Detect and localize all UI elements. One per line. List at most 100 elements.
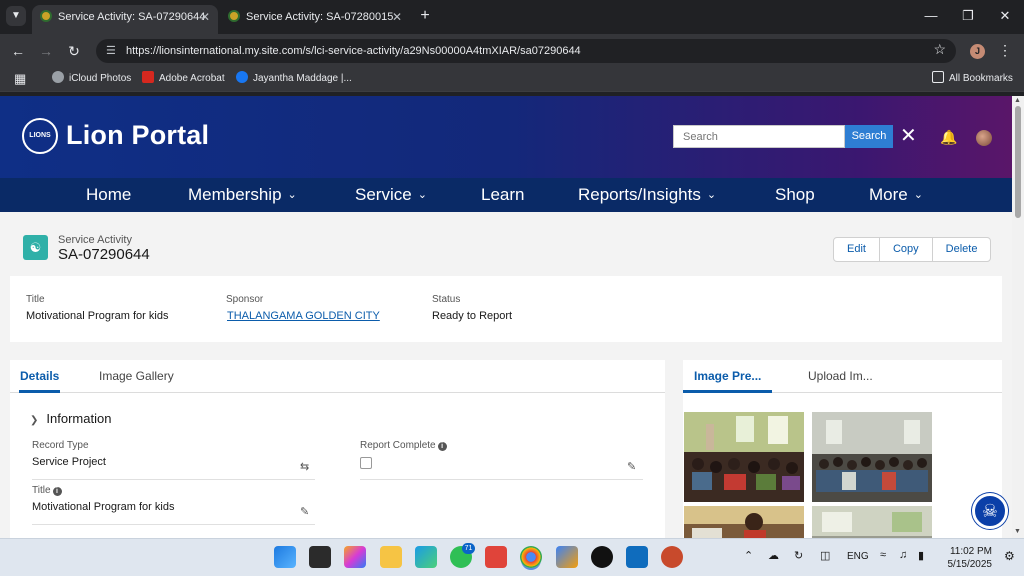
edit-pencil-icon[interactable]: ✎ — [300, 505, 309, 518]
tab-title: Service Activity: SA-07290644 — [58, 11, 206, 23]
file-explorer-icon[interactable] — [380, 546, 402, 568]
report-complete-checkbox[interactable] — [360, 457, 372, 469]
delete-button[interactable]: Delete — [933, 238, 991, 261]
page-scrollbar[interactable]: ▲ ▼ — [1012, 96, 1024, 538]
edit-button[interactable]: Edit — [834, 238, 880, 261]
powerpoint-icon[interactable] — [661, 546, 683, 568]
nav-home[interactable]: Home — [86, 178, 131, 212]
bookmark-icloud-photos[interactable]: iCloud Photos — [52, 68, 131, 90]
system-clock[interactable]: 11:02 PM 5/15/2025 — [940, 545, 993, 571]
copilot-icon[interactable] — [344, 546, 366, 568]
gallery-photo[interactable] — [684, 412, 804, 502]
reload-icon[interactable]: ↻ — [64, 41, 84, 61]
wifi-icon[interactable]: ≈ — [880, 549, 886, 561]
notifications-bell-icon[interactable]: 🔔 — [940, 129, 957, 146]
browser-menu-icon[interactable]: ⋮ — [998, 42, 1012, 59]
tab-title: Service Activity: SA-07280015 — [246, 11, 394, 23]
anydesk-icon[interactable] — [485, 546, 507, 568]
show-hidden-icons-chevron-icon[interactable]: ⌃ — [744, 549, 753, 562]
chevron-down-icon: ⌄ — [913, 189, 923, 201]
all-bookmarks[interactable]: All Bookmarks — [932, 68, 1013, 90]
apple-icon — [52, 71, 64, 83]
close-window-icon[interactable]: ✕ — [992, 6, 1018, 26]
site-settings-icon[interactable]: ☰ — [106, 42, 122, 60]
outlook-icon[interactable] — [626, 546, 648, 568]
bookmark-star-icon[interactable]: ☆ — [933, 41, 946, 58]
lions-logo-icon[interactable]: LIONS — [22, 118, 58, 154]
change-record-type-icon[interactable]: ⇆ — [300, 460, 309, 473]
gallery-photo[interactable] — [684, 506, 804, 538]
back-arrow-icon[interactable]: ← — [8, 41, 28, 61]
info-icon[interactable]: i — [52, 487, 62, 496]
copy-button[interactable]: Copy — [880, 238, 933, 261]
nav-membership[interactable]: Membership ⌄ — [188, 178, 297, 212]
volume-icon[interactable]: ♫ — [899, 549, 907, 561]
tiktok-icon[interactable] — [591, 546, 613, 568]
user-avatar[interactable] — [976, 130, 992, 146]
section-information[interactable]: ❯ Information — [30, 411, 111, 426]
notifications-icon[interactable]: ⚙ — [1004, 549, 1015, 563]
record-actions: Edit Copy Delete — [833, 237, 992, 262]
scroll-up-arrow-icon[interactable]: ▲ — [1014, 97, 1021, 104]
language-indicator[interactable]: ENG — [847, 551, 869, 562]
microsoft-store-icon[interactable] — [556, 546, 578, 568]
highlight-title-value: Motivational Program for kids — [26, 310, 169, 322]
browser-tab-strip: ▼ Service Activity: SA-07290644 ✕ Servic… — [0, 0, 1024, 34]
close-tab-icon[interactable]: ✕ — [200, 5, 210, 29]
address-bar[interactable]: ☰ https://lionsinternational.my.site.com… — [96, 39, 956, 63]
field-report-complete-label: Report Complete i — [360, 440, 447, 451]
minimize-icon[interactable]: — — [918, 6, 944, 26]
portal-search-input[interactable] — [673, 125, 845, 148]
portal-search-button[interactable]: Search — [845, 125, 893, 148]
forward-arrow-icon[interactable]: → — [36, 41, 56, 61]
nav-shop[interactable]: Shop — [775, 178, 815, 212]
tab-upload-image[interactable]: Upload Im... — [808, 360, 873, 392]
bookmark-facebook[interactable]: Jayantha Maddage |... — [236, 68, 352, 90]
accessibility-icon[interactable]: ☠ — [972, 493, 1008, 529]
record-highlights: Title Motivational Program for kids Spon… — [10, 276, 1002, 342]
details-tabs: Details Image Gallery — [10, 360, 665, 393]
browser-tab-active[interactable]: Service Activity: SA-07290644 ✕ — [32, 5, 218, 34]
profile-avatar[interactable]: J — [970, 44, 985, 59]
sync-icon[interactable]: ↻ — [794, 549, 803, 562]
edit-pencil-icon[interactable]: ✎ — [627, 460, 636, 473]
portal-brand[interactable]: Lion Portal — [66, 120, 209, 151]
tab-search-chevron-icon[interactable]: ▼ — [6, 6, 26, 26]
chrome-icon[interactable] — [520, 546, 542, 568]
nav-learn[interactable]: Learn — [481, 178, 524, 212]
task-view-icon[interactable] — [309, 546, 331, 568]
highlight-sponsor-link[interactable]: THALANGAMA GOLDEN CITY — [227, 310, 380, 322]
close-search-icon[interactable]: ✕ — [900, 123, 917, 148]
service-activity-handshake-icon: ☯ — [23, 235, 48, 260]
info-icon[interactable]: i — [437, 442, 447, 451]
tab-details[interactable]: Details — [19, 360, 61, 393]
field-divider — [32, 479, 315, 480]
windows-taskbar: 71 ⌃ ☁ ↻ ◫ ENG ≈ ♫ ▮ 11:02 PM 5/15/2025 … — [0, 538, 1024, 576]
scroll-down-arrow-icon[interactable]: ▼ — [1014, 528, 1021, 535]
scrollbar-thumb[interactable] — [1015, 106, 1021, 218]
windows-start-icon[interactable] — [274, 546, 296, 568]
apps-grid-icon[interactable]: ▦ — [14, 68, 26, 90]
tab-image-gallery[interactable]: Image Gallery — [99, 360, 174, 392]
record-name: SA-07290644 — [58, 246, 150, 263]
url-text[interactable]: https://lionsinternational.my.site.com/s… — [126, 39, 581, 63]
close-tab-icon[interactable]: ✕ — [392, 5, 402, 29]
portal-main-nav: Home Membership ⌄ Service ⌄ Learn Reports/… — [0, 178, 1012, 212]
clock-time: 11:02 PM — [949, 546, 992, 557]
nav-service[interactable]: Service ⌄ — [355, 178, 427, 212]
cast-icon[interactable]: ◫ — [820, 549, 830, 562]
tab-image-preview[interactable]: Image Pre... — [683, 360, 773, 393]
chevron-down-icon: ⌄ — [287, 189, 297, 201]
new-tab-plus-icon[interactable]: + — [416, 6, 434, 26]
nav-reports-insights[interactable]: Reports/Insights ⌄ — [578, 178, 716, 212]
restore-window-icon[interactable]: ❐ — [955, 6, 981, 26]
edge-icon[interactable] — [415, 546, 437, 568]
gallery-photo[interactable] — [812, 412, 932, 502]
bookmark-adobe-acrobat[interactable]: Adobe Acrobat — [142, 68, 225, 90]
battery-icon[interactable]: ▮ — [918, 549, 924, 562]
weather-icon[interactable]: ☁ — [768, 549, 779, 562]
browser-toolbar: ← → ↻ ☰ https://lionsinternational.my.si… — [0, 34, 1024, 68]
nav-more[interactable]: More ⌄ — [869, 178, 923, 212]
gallery-photo[interactable] — [812, 506, 932, 538]
browser-tab-inactive[interactable]: Service Activity: SA-07280015 ✕ — [220, 5, 410, 34]
